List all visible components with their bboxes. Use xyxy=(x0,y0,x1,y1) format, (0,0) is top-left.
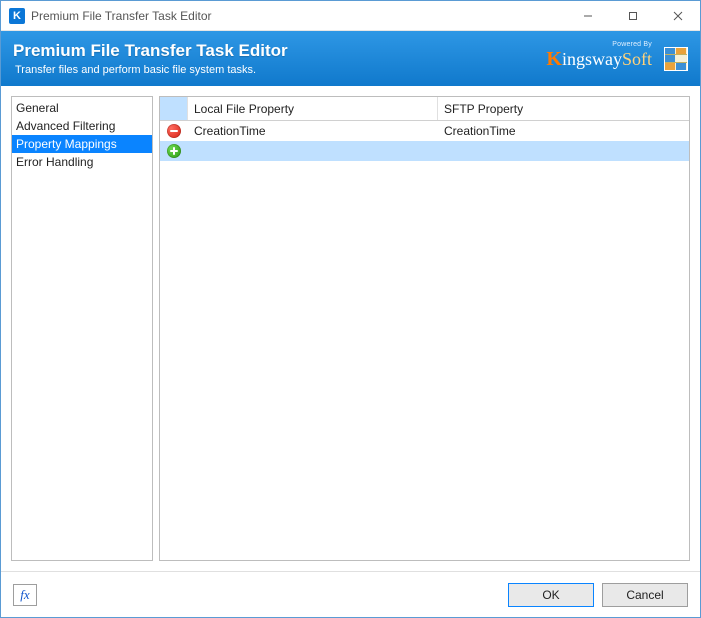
close-button[interactable] xyxy=(655,1,700,31)
grid-header-sftp-property[interactable]: SFTP Property xyxy=(438,97,689,120)
sidebar-item-property-mappings[interactable]: Property Mappings xyxy=(12,135,152,153)
brand-powered-label: Powered By xyxy=(612,41,652,48)
dialog-body: General Advanced Filtering Property Mapp… xyxy=(1,86,700,571)
sidebar-item-label: Property Mappings xyxy=(16,137,117,151)
sidebar-item-label: Advanced Filtering xyxy=(16,119,115,133)
sidebar-item-label: General xyxy=(16,101,59,115)
grid-header: Local File Property SFTP Property xyxy=(160,97,689,121)
sidebar-item-label: Error Handling xyxy=(16,155,93,169)
ok-button[interactable]: OK xyxy=(508,583,594,607)
header-subtitle: Transfer files and perform basic file sy… xyxy=(15,64,546,76)
window-controls xyxy=(565,1,700,31)
title-bar: K Premium File Transfer Task Editor xyxy=(1,1,700,31)
button-label: Cancel xyxy=(626,588,663,602)
header-title: Premium File Transfer Task Editor xyxy=(13,41,546,61)
sidebar: General Advanced Filtering Property Mapp… xyxy=(11,96,153,561)
sidebar-item-advanced-filtering[interactable]: Advanced Filtering xyxy=(12,117,152,135)
content-panel: Local File Property SFTP Property Creati… xyxy=(159,96,690,561)
button-label: OK xyxy=(542,588,559,602)
grid-cell-local-property[interactable] xyxy=(188,141,438,160)
grid-header-icon-col xyxy=(160,97,188,120)
app-window: K Premium File Transfer Task Editor Prem… xyxy=(0,0,701,618)
grid-cell-sftp-property[interactable] xyxy=(438,141,689,160)
expression-button[interactable]: fx xyxy=(13,584,37,606)
grid-row-new[interactable] xyxy=(160,141,689,161)
remove-row-button[interactable] xyxy=(160,121,188,140)
cancel-button[interactable]: Cancel xyxy=(602,583,688,607)
brand-logo: Powered By KingswaySoft xyxy=(546,49,652,69)
grid-header-local-property[interactable]: Local File Property xyxy=(188,97,438,120)
grid-cell-local-property[interactable]: CreationTime xyxy=(188,121,438,140)
minus-icon xyxy=(167,124,181,138)
minimize-button[interactable] xyxy=(565,1,610,31)
window-title: Premium File Transfer Task Editor xyxy=(31,9,212,23)
dialog-footer: fx OK Cancel xyxy=(1,571,700,617)
sidebar-item-error-handling[interactable]: Error Handling xyxy=(12,153,152,171)
add-row-button[interactable] xyxy=(160,141,188,160)
task-icon xyxy=(664,47,688,71)
maximize-button[interactable] xyxy=(610,1,655,31)
fx-icon: fx xyxy=(20,587,29,603)
grid-row[interactable]: CreationTime CreationTime xyxy=(160,121,689,141)
plus-icon xyxy=(167,144,181,158)
grid-cell-sftp-property[interactable]: CreationTime xyxy=(438,121,689,140)
header-banner: Premium File Transfer Task Editor Transf… xyxy=(1,31,700,86)
app-icon: K xyxy=(9,8,25,24)
sidebar-item-general[interactable]: General xyxy=(12,99,152,117)
